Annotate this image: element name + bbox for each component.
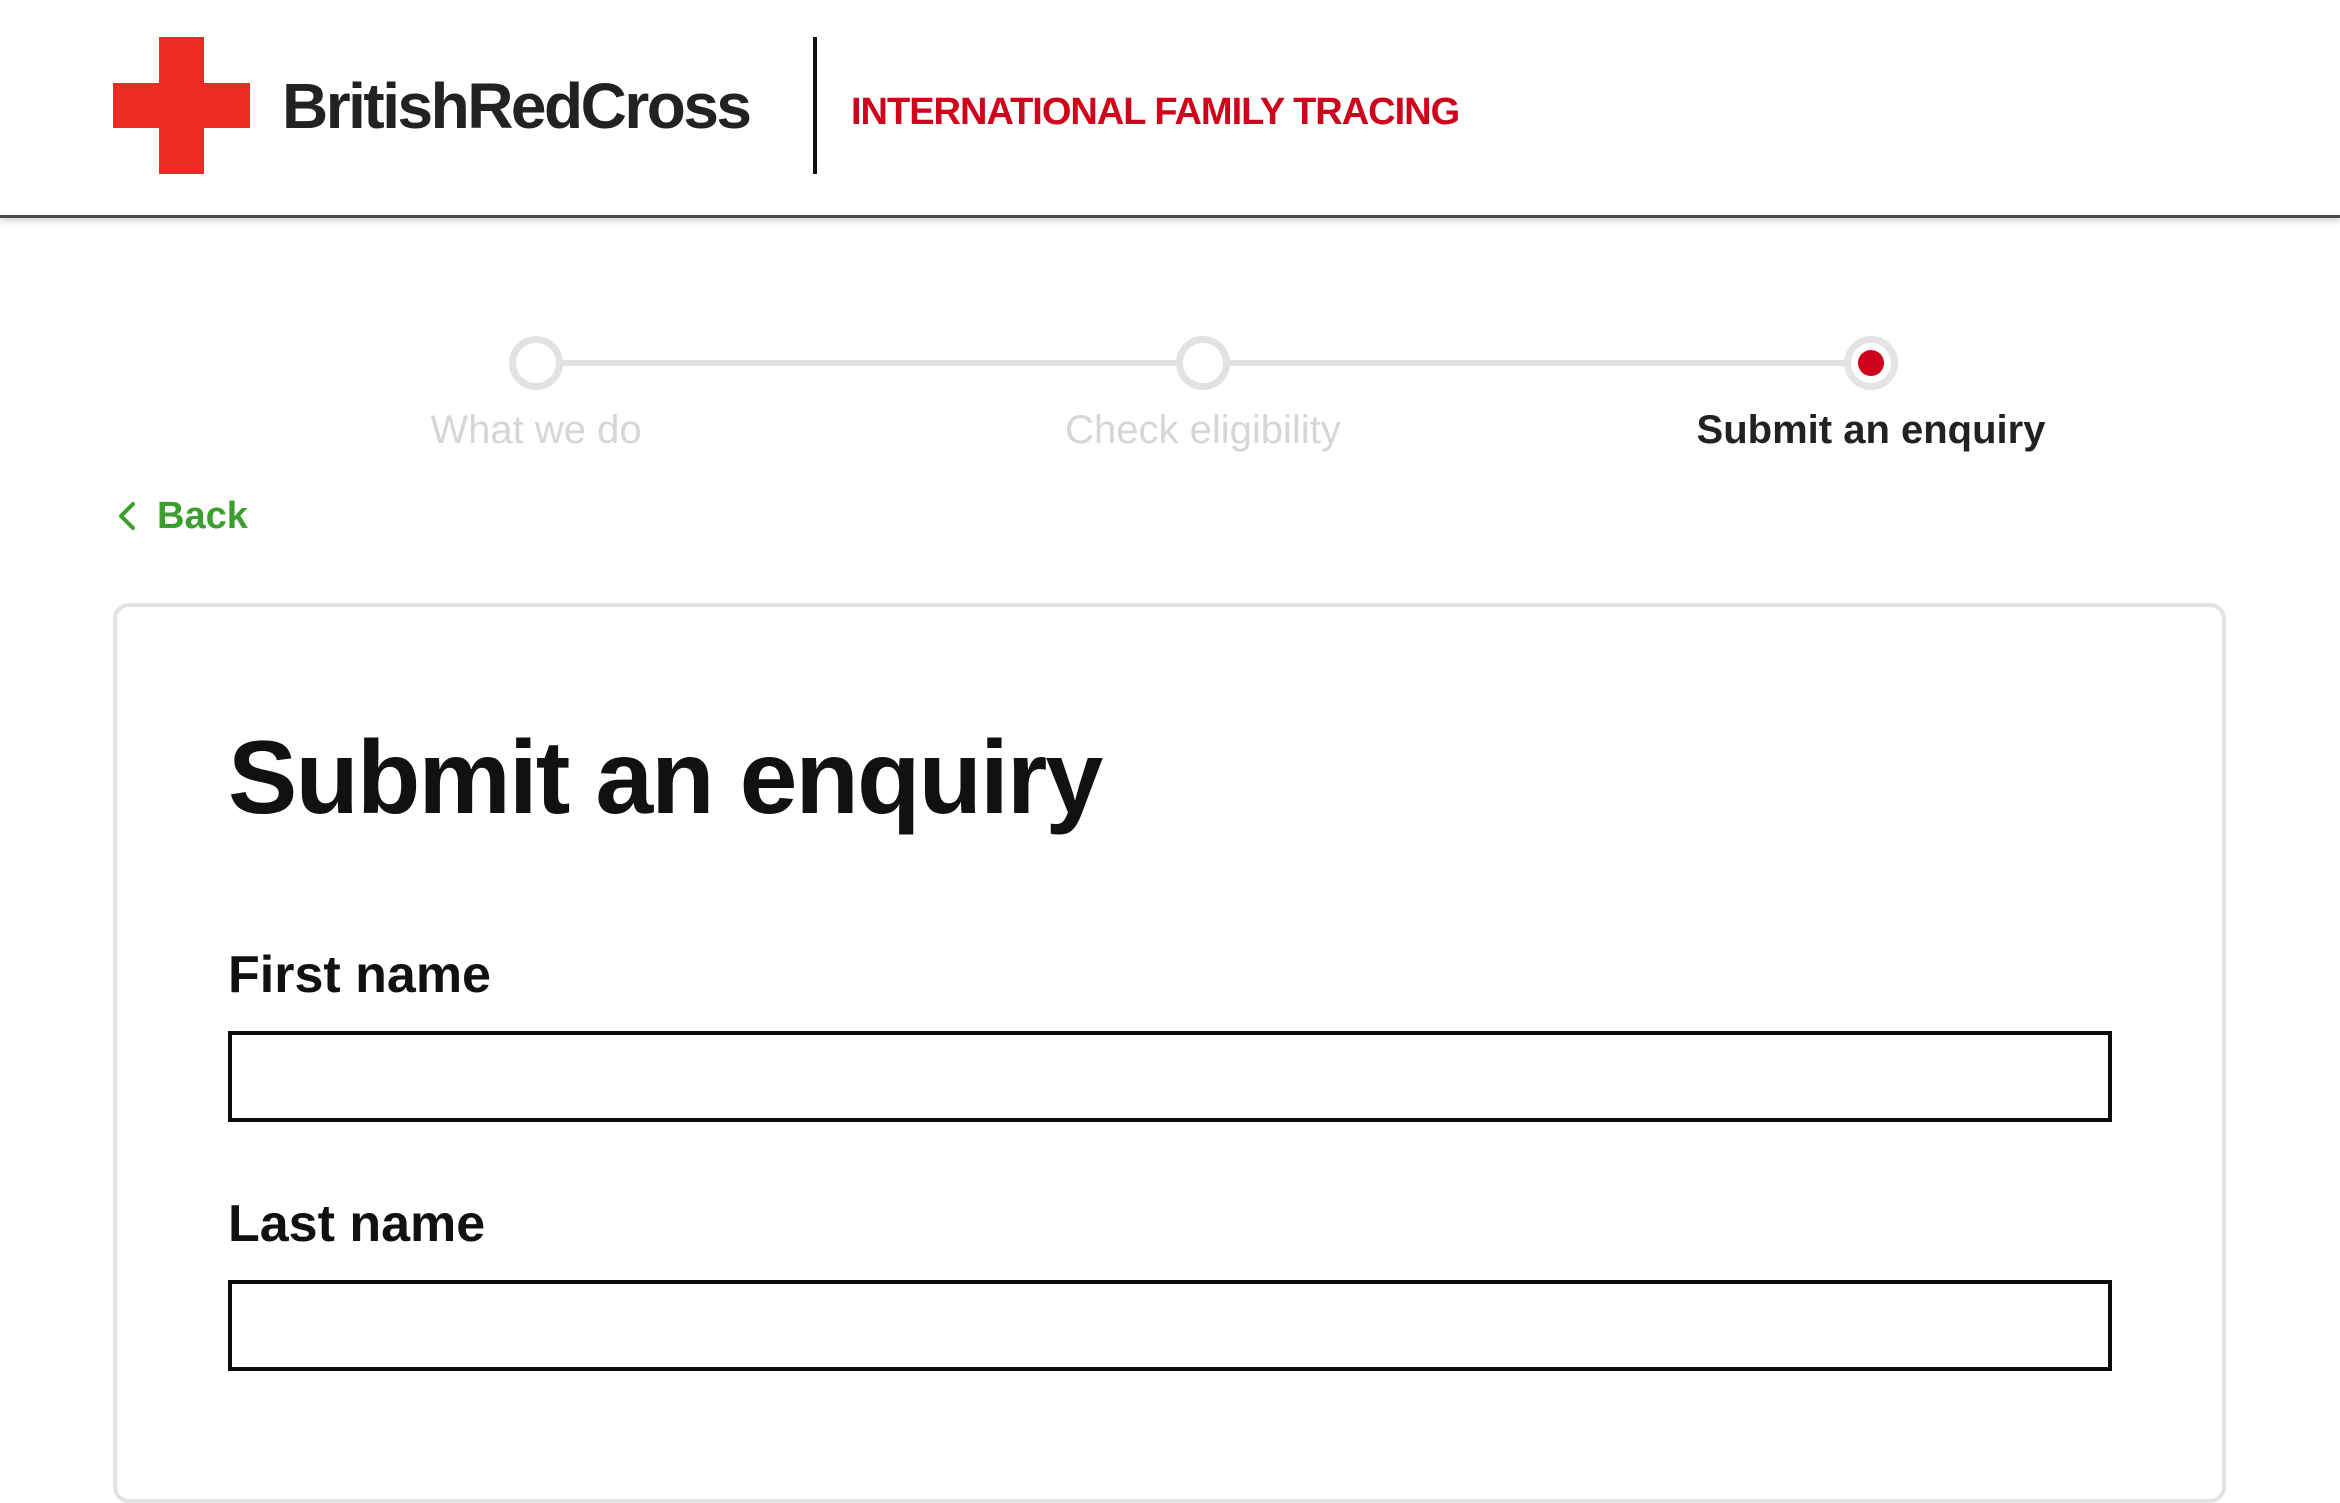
- first-name-input[interactable]: [228, 1031, 2112, 1122]
- step-label-check-eligibility: Check eligibility: [1065, 408, 1341, 452]
- chevron-left-icon: [119, 502, 135, 530]
- step-indicator-check-eligibility: [1176, 336, 1230, 390]
- header-divider: [813, 37, 817, 174]
- red-cross-logo-icon[interactable]: [113, 37, 250, 174]
- step-label-submit-enquiry: Submit an enquiry: [1696, 408, 2046, 452]
- page-title: Submit an enquiry: [228, 720, 1103, 836]
- first-name-label: First name: [228, 946, 491, 1004]
- site-header: BritishRedCross INTERNATIONAL FAMILY TRA…: [0, 0, 2340, 218]
- last-name-input[interactable]: [228, 1280, 2112, 1371]
- back-link-label: Back: [157, 494, 248, 537]
- last-name-label: Last name: [228, 1195, 486, 1253]
- step-indicator-submit-enquiry: [1844, 336, 1898, 390]
- back-link[interactable]: Back: [113, 490, 248, 542]
- brand-wordmark[interactable]: BritishRedCross: [282, 66, 752, 146]
- step-indicator-what-we-do: [509, 336, 563, 390]
- service-name: INTERNATIONAL FAMILY TRACING: [851, 91, 1460, 133]
- step-label-what-we-do: What we do: [430, 408, 642, 452]
